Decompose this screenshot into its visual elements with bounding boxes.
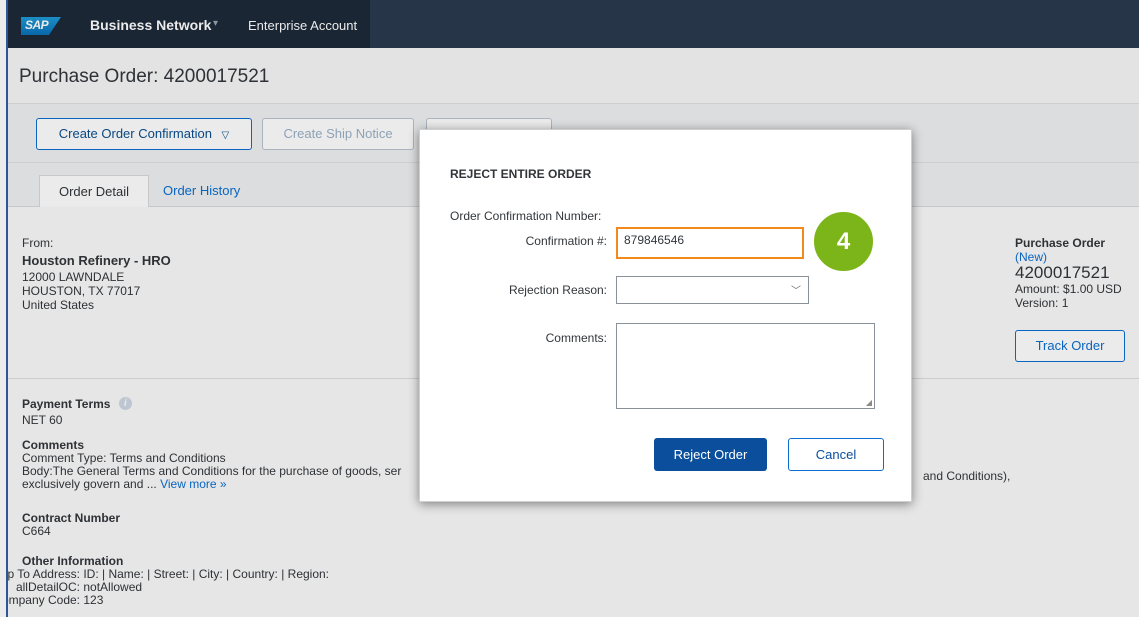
step-number-badge: 4	[811, 209, 876, 274]
cancel-button[interactable]: Cancel	[788, 438, 884, 471]
order-confirmation-number-label: Order Confirmation Number:	[450, 209, 602, 223]
dialog-title: REJECT ENTIRE ORDER	[450, 167, 592, 181]
rejection-reason-select[interactable]: ﹀	[616, 276, 809, 304]
comments-textarea[interactable]: ◢	[616, 323, 875, 409]
rejection-reason-label: Rejection Reason:	[508, 283, 607, 297]
chevron-down-icon: ﹀	[791, 286, 801, 297]
comments-field-label: Comments:	[545, 331, 607, 345]
confirmation-number-label: Confirmation #:	[525, 234, 607, 248]
reject-order-button[interactable]: Reject Order	[654, 438, 767, 471]
reject-order-dialog: REJECT ENTIRE ORDER Order Confirmation N…	[419, 129, 912, 502]
confirmation-number-input[interactable]: 879846546	[616, 227, 804, 259]
resize-grip-icon[interactable]: ◢	[866, 398, 872, 407]
